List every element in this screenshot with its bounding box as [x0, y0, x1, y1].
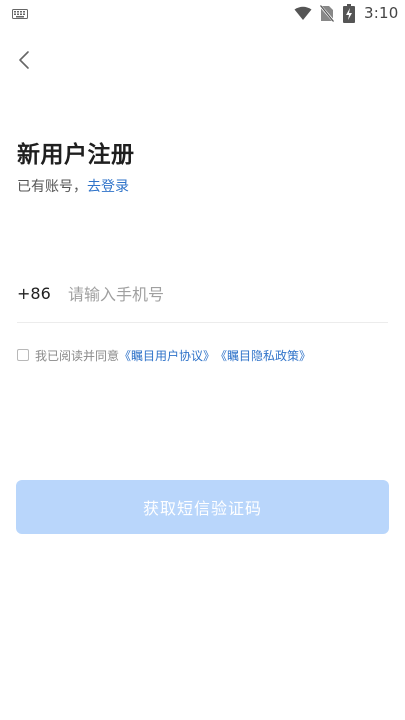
agreement-checkbox[interactable] [17, 349, 29, 361]
status-time: 3:10 [364, 4, 399, 22]
agreement-text: 我已阅读并同意 [35, 348, 120, 363]
has-account-line: 已有账号，去登录 [17, 176, 129, 196]
get-sms-code-button[interactable]: 获取短信验证码 [16, 480, 389, 534]
agreement-row: 我已阅读并同意 《瞩目用户协议》 《瞩目隐私政策》 [17, 346, 311, 364]
battery-charging-icon [343, 4, 355, 23]
keyboard-icon [12, 9, 28, 19]
phone-input[interactable] [68, 279, 384, 309]
back-button[interactable] [10, 44, 40, 74]
chevron-left-icon [19, 51, 29, 69]
status-bar: 3:10 [0, 0, 405, 28]
country-code[interactable]: +86 [17, 284, 51, 303]
page-title: 新用户注册 [17, 142, 135, 168]
login-link[interactable]: 去登录 [87, 179, 129, 195]
user-agreement-link[interactable]: 《瞩目用户协议》 [119, 347, 215, 364]
wifi-icon [294, 6, 312, 20]
has-account-text: 已有账号， [17, 179, 87, 195]
privacy-policy-link[interactable]: 《瞩目隐私政策》 [215, 347, 311, 364]
no-sim-icon [320, 5, 334, 22]
input-divider [17, 322, 388, 323]
